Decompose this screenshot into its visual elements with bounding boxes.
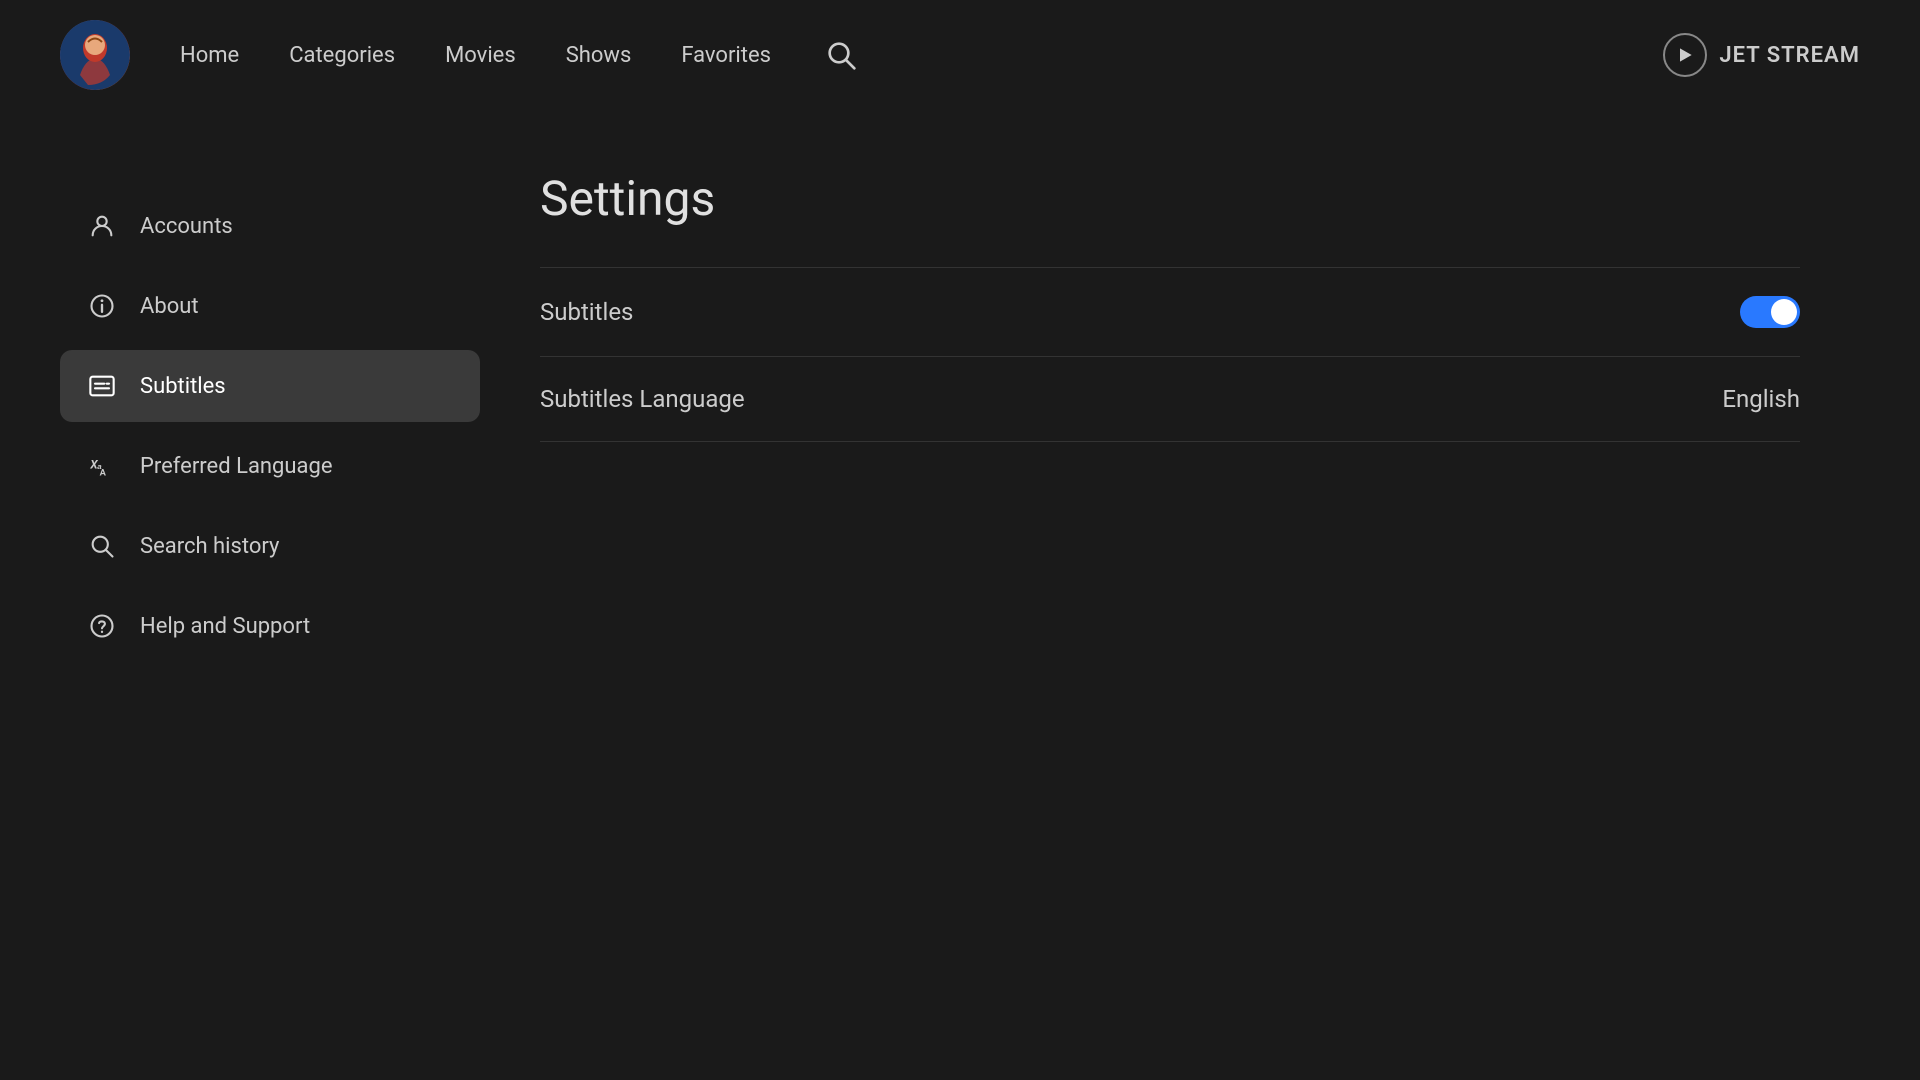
- brand-logo: JET STREAM: [1663, 33, 1860, 77]
- sidebar: Accounts About Subtitles Xₐ: [60, 170, 480, 1080]
- subtitles-language-label: Subtitles Language: [540, 385, 745, 413]
- sidebar-item-accounts-label: Accounts: [140, 214, 233, 239]
- subtitles-row-label: Subtitles: [540, 298, 633, 326]
- search-icon[interactable]: [821, 35, 861, 75]
- sidebar-item-preferred-language[interactable]: Xₐ A Preferred Language: [60, 430, 480, 502]
- logo-avatar[interactable]: [60, 20, 130, 90]
- svg-text:A: A: [100, 467, 107, 478]
- header: Home Categories Movies Shows Favorites J…: [0, 0, 1920, 110]
- sidebar-item-about-label: About: [140, 294, 199, 319]
- sidebar-item-help-support-label: Help and Support: [140, 614, 310, 639]
- settings-title: Settings: [540, 170, 1800, 227]
- nav-movies[interactable]: Movies: [445, 43, 516, 68]
- main-content: Accounts About Subtitles Xₐ: [0, 110, 1920, 1080]
- brand-play-icon: [1663, 33, 1707, 77]
- nav-favorites[interactable]: Favorites: [681, 43, 771, 68]
- subtitles-language-value: English: [1722, 385, 1800, 413]
- subtitles-toggle[interactable]: [1740, 296, 1800, 328]
- toggle-knob: [1771, 299, 1797, 325]
- sidebar-item-search-history[interactable]: Search history: [60, 510, 480, 582]
- sidebar-item-preferred-language-label: Preferred Language: [140, 454, 333, 479]
- subtitles-language-row[interactable]: Subtitles Language English: [540, 357, 1800, 442]
- sidebar-item-subtitles[interactable]: Subtitles: [60, 350, 480, 422]
- settings-content: Settings Subtitles Subtitles Language En…: [480, 170, 1860, 1080]
- sidebar-item-about[interactable]: About: [60, 270, 480, 342]
- brand-name: JET STREAM: [1719, 43, 1860, 68]
- nav-home[interactable]: Home: [180, 43, 239, 68]
- nav-shows[interactable]: Shows: [566, 43, 632, 68]
- sidebar-item-help-support[interactable]: Help and Support: [60, 590, 480, 662]
- nav: Home Categories Movies Shows Favorites: [180, 35, 1663, 75]
- sidebar-item-search-history-label: Search history: [140, 534, 279, 559]
- sidebar-item-subtitles-label: Subtitles: [140, 374, 226, 399]
- subtitles-row: Subtitles: [540, 267, 1800, 357]
- sidebar-item-accounts[interactable]: Accounts: [60, 190, 480, 262]
- nav-categories[interactable]: Categories: [289, 43, 395, 68]
- settings-section: Subtitles Subtitles Language English: [540, 267, 1800, 442]
